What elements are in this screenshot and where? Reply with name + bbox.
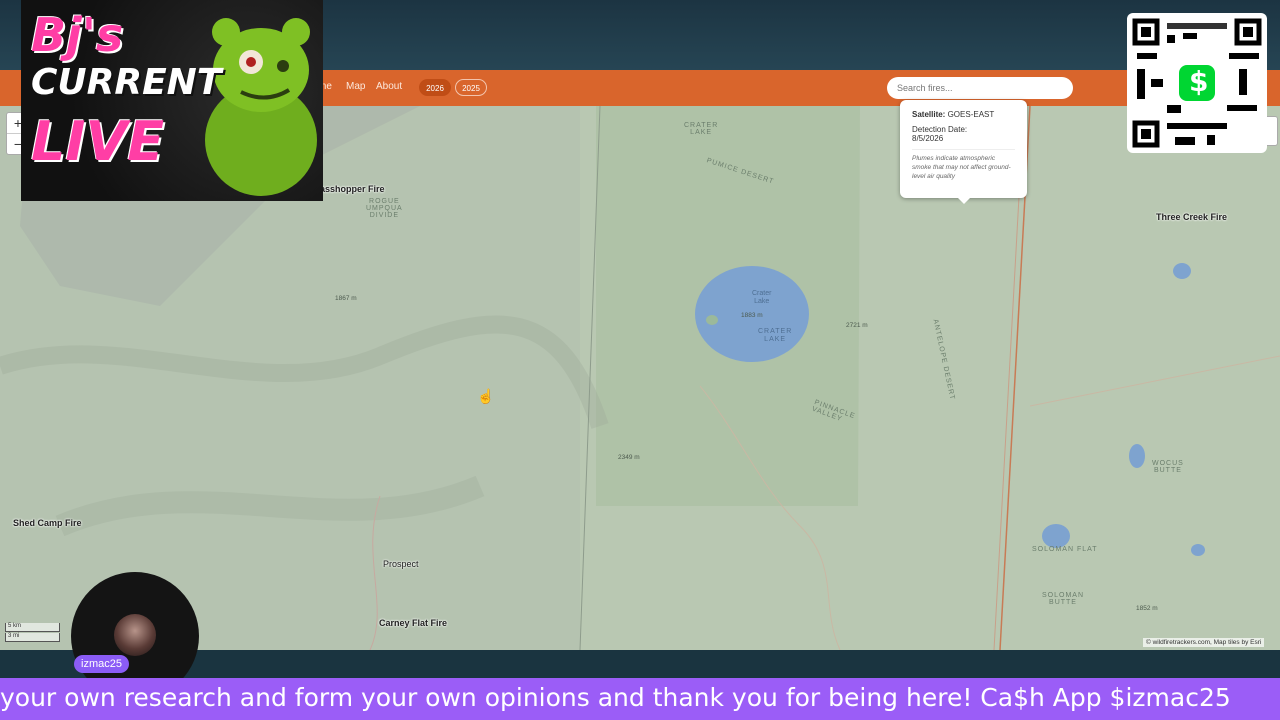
ticker-text: your own research and form your own opin… [0,683,1231,712]
fire-info-popup: Satellite: GOES-EAST Detection Date: 8/5… [900,100,1027,198]
place-label-wocus-butte: WOCUS BUTTE [1152,460,1184,474]
lake-title-label: CRATER LAKE [758,328,793,343]
elevation-label: 1852 m [1136,605,1158,612]
popup-date-label: Detection Date: [912,125,968,134]
stream-logo: Bj's CURRENT LIVE [21,0,323,201]
avatar [114,614,156,656]
nav-map-link[interactable]: Map [346,81,365,92]
place-label-prospect: Prospect [383,559,419,569]
elevation-label: 1867 m [335,295,357,302]
year-2025-button[interactable]: 2025 [455,79,487,96]
place-label-crater-lake-north: CRATER LAKE [684,122,719,136]
map-scale: 5 km 3 mi [5,623,60,643]
place-label-rogue-umpqua-divide: ROGUE UMPQUA DIVIDE [366,198,403,219]
logo-line-1: Bj's [31,8,124,62]
logo-line-2: CURRENT [31,62,222,103]
scale-km: 5 km [5,623,60,632]
map-attribution[interactable]: © wildfiretrackers.com, Map tiles by Esr… [1143,638,1265,647]
scale-mi: 3 mi [5,633,60,642]
search-input[interactable] [887,77,1073,99]
cashapp-qr-code: $ [1127,13,1267,153]
elevation-label: 2721 m [846,322,868,329]
cashapp-dollar-icon: $ [1189,65,1209,98]
fire-label-carney-flat[interactable]: Carney Flat Fire [379,618,447,628]
year-2026-button[interactable]: 2026 [419,79,451,96]
popup-smoke-note: Plumes indicate atmospheric smoke that m… [912,149,1015,181]
place-label-soloman-butte: SOLOMAN BUTTE [1042,592,1085,606]
fire-label-grasshopper[interactable]: asshopper Fire [320,184,385,194]
popup-satellite-value: GOES-EAST [947,110,995,119]
ticker-bar: your own research and form your own opin… [0,678,1280,720]
popup-tip [957,197,971,204]
lake-elevation-label: 1883 m [741,312,763,319]
popup-date-value: 8/5/2026 [912,134,944,143]
nav-about-link[interactable]: About [376,81,402,92]
lake-name-label: Crater Lake [752,290,772,305]
fire-label-shed-camp[interactable]: Shed Camp Fire [13,518,82,528]
logo-line-3: LIVE [31,110,165,173]
fire-label-three-creek[interactable]: Three Creek Fire [1156,212,1227,222]
streamer-username-badge: izmac25 [74,655,129,673]
place-label-soloman-flat: SOLOMAN FLAT [1032,546,1098,553]
popup-satellite-label: Satellite: [912,110,946,119]
hand-cursor-icon: ☝ [477,388,495,404]
elevation-label: 2349 m [618,454,640,461]
